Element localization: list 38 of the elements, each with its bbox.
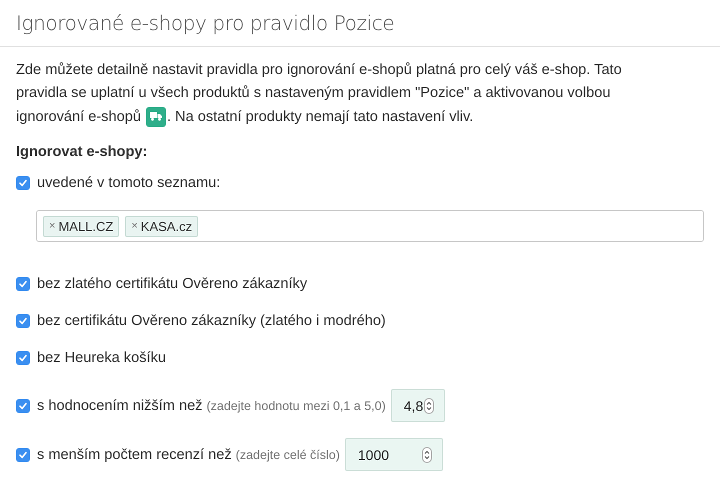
checkbox[interactable] — [16, 277, 30, 291]
option-label: bez Heureka košíku — [37, 350, 166, 366]
checkbox[interactable] — [16, 448, 30, 462]
check-icon — [18, 279, 28, 289]
description-text: ignorování e-shopů — [16, 108, 141, 124]
option-label: bez certifikátu Ověreno zákazníky (zlatého i modrého) — [37, 313, 386, 329]
hint-text: (zadejte celé číslo) — [236, 446, 340, 462]
check-icon — [18, 450, 28, 460]
check-icon — [18, 353, 28, 363]
check-icon — [18, 178, 28, 188]
checkbox[interactable] — [16, 351, 30, 365]
remove-button[interactable]: × — [49, 220, 56, 232]
hint-text: (zadejte hodnotu mezi 0,1 a 5,0) — [206, 398, 386, 414]
check-icon — [18, 400, 28, 410]
number-field[interactable]: 4,8 — [390, 389, 445, 422]
spinner-icon[interactable] — [422, 446, 432, 462]
shop-tag[interactable]: × KASA.cz — [125, 216, 198, 236]
checkbox[interactable] — [16, 398, 30, 412]
option-label: s hodnocením nižším než — [37, 398, 202, 414]
remove-button[interactable]: × — [131, 220, 138, 232]
spinner-icon[interactable] — [424, 398, 434, 414]
page-title: Ignorované e-shopy pro pravidlo Pozice — [0, 0, 720, 47]
option-label: bez zlatého certifikátu Ověreno zákazníky — [37, 276, 308, 292]
description-text: . Na ostatní produkty nemají tato nastavení vliv. — [166, 108, 474, 124]
truck-icon — [146, 106, 166, 126]
description-text: Zde můžete detailně nastavit pravidla pro ignorování e-shopů platná pro celý váš e-shop. Tato — [16, 61, 623, 80]
option-label: s menším počtem recenzí než — [37, 446, 232, 462]
tags-field[interactable]: × MALL.CZ × KASA.cz — [36, 210, 704, 242]
checkbox[interactable] — [16, 176, 30, 190]
number-field[interactable]: 1000 — [344, 438, 443, 471]
checkbox[interactable] — [16, 314, 30, 328]
option-label: uvedené v tomoto seznamu: — [37, 175, 220, 191]
check-icon — [18, 316, 28, 326]
tag-label: MALL.CZ — [58, 218, 114, 234]
tag-label: KASA.cz — [140, 218, 192, 234]
description-text: pravidla se uplatní u všech produktů s nastaveným pravidlem "Pozice" a aktivovanou volbou — [16, 84, 612, 103]
shop-tag[interactable]: × MALL.CZ — [43, 216, 120, 236]
section-label: Ignorovat e-shopy: — [16, 144, 148, 160]
